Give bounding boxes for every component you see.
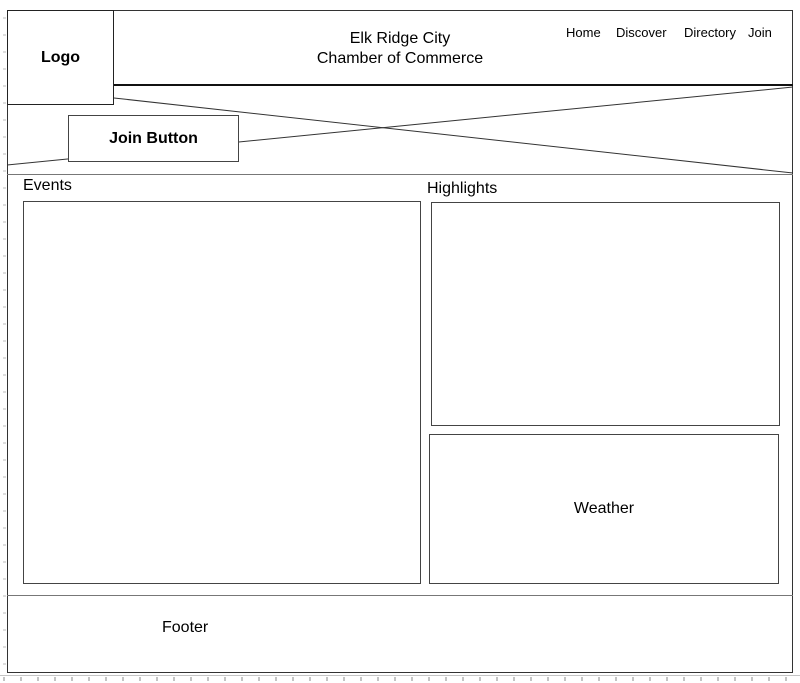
nav-link-home[interactable]: Home (566, 25, 601, 40)
site-title: Elk Ridge City Chamber of Commerce (260, 29, 540, 69)
footer-divider (7, 595, 793, 596)
weather-panel: Weather (429, 434, 779, 584)
events-heading: Events (23, 177, 72, 194)
join-button-label: Join Button (109, 129, 198, 147)
footer-label: Footer (162, 619, 209, 636)
highlights-panel (431, 202, 780, 426)
site-title-line1: Elk Ridge City (349, 30, 451, 47)
left-ruler (3, 17, 6, 665)
weather-label: Weather (573, 500, 635, 517)
nav-link-discover[interactable]: Discover (616, 25, 667, 40)
nav-link-join[interactable]: Join (748, 25, 772, 40)
join-button[interactable]: Join Button (68, 115, 239, 162)
nav-link-directory[interactable]: Directory (684, 25, 736, 40)
logo-label: Logo (40, 48, 81, 66)
site-title-line2: Chamber of Commerce (316, 50, 484, 67)
bottom-ruler (0, 675, 800, 681)
events-panel (23, 201, 421, 584)
highlights-heading: Highlights (427, 180, 498, 197)
hero-divider (7, 174, 793, 175)
